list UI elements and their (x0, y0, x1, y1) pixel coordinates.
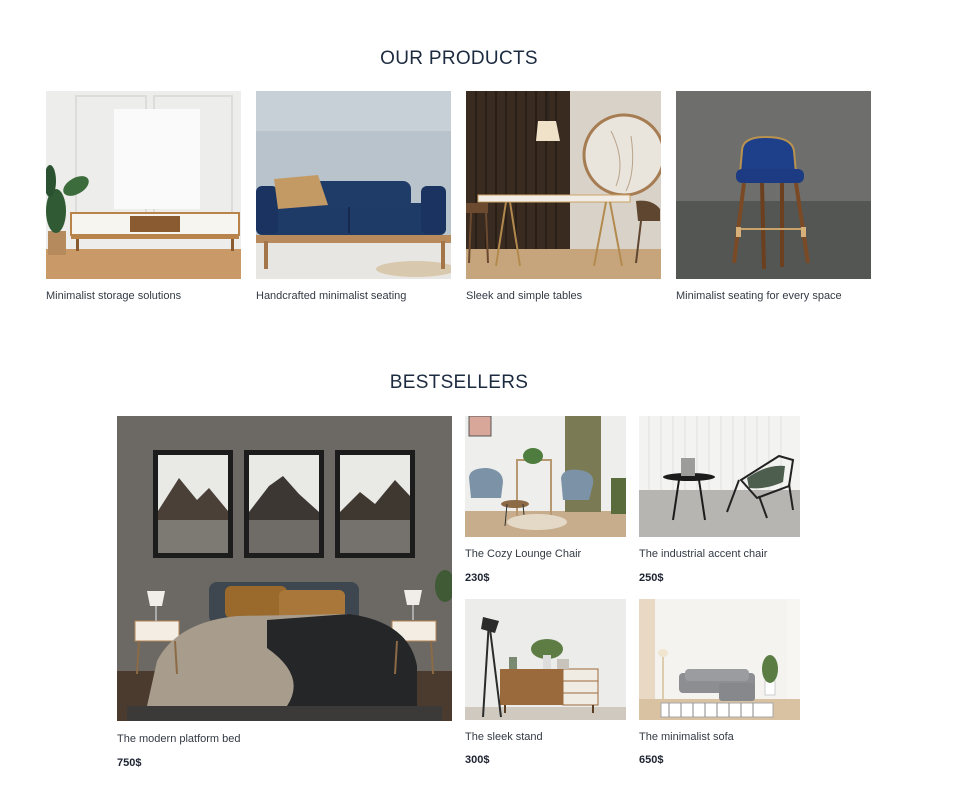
bestseller-name-sleek-stand[interactable]: The sleek stand (465, 731, 543, 743)
bestseller-name-minimalist-sofa[interactable]: The minimalist sofa (639, 731, 734, 743)
bestseller-price-lounge-chair: 230$ (465, 572, 490, 584)
storage-photo[interactable] (46, 91, 241, 279)
bestseller-name-industrial-chair[interactable]: The industrial accent chair (639, 548, 767, 560)
bestseller-name-lounge-chair[interactable]: The Cozy Lounge Chair (465, 548, 581, 560)
product-label-tables[interactable]: Sleek and simple tables (466, 290, 582, 302)
industrial-chair-photo[interactable] (639, 416, 800, 537)
stool-photo[interactable] (676, 91, 871, 279)
product-label-stools[interactable]: Minimalist seating for every space (676, 290, 842, 302)
product-label-storage[interactable]: Minimalist storage solutions (46, 290, 181, 302)
product-label-seating[interactable]: Handcrafted minimalist seating (256, 290, 406, 302)
featured-product-name[interactable]: The modern platform bed (117, 733, 241, 745)
sleek-stand-photo[interactable] (465, 599, 626, 720)
featured-product-price: 750$ (117, 757, 142, 769)
bestseller-price-minimalist-sofa: 650$ (639, 754, 664, 766)
minimalist-sofa-photo[interactable] (639, 599, 800, 720)
bestseller-price-sleek-stand: 300$ (465, 754, 490, 766)
bed-photo[interactable] (117, 416, 452, 721)
tables-photo[interactable] (466, 91, 661, 279)
lounge-chair-photo[interactable] (465, 416, 626, 537)
bestseller-price-industrial-chair: 250$ (639, 572, 664, 584)
seating-photo[interactable] (256, 91, 451, 279)
products-section-title: OUR PRODUCTS (380, 48, 538, 69)
bestsellers-section-title: BESTSELLERS (389, 372, 529, 393)
